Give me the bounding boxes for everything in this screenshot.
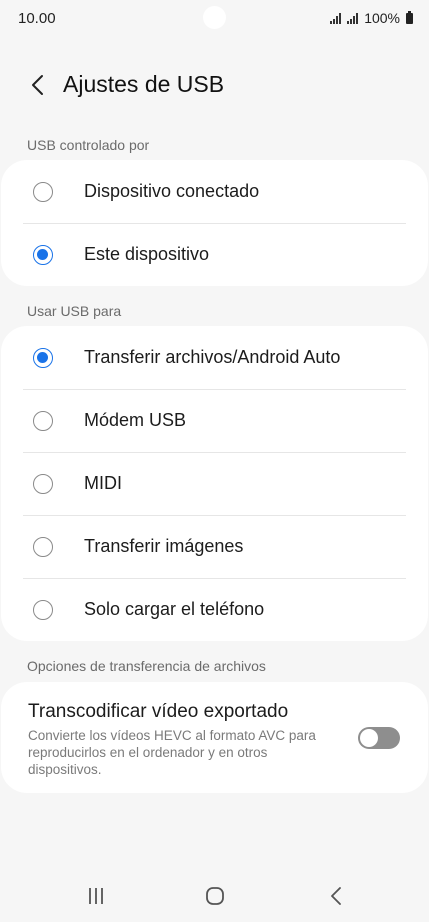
radio-button[interactable] — [33, 599, 53, 620]
home-button[interactable] — [195, 884, 235, 908]
option-label: Solo cargar el teléfono — [84, 599, 265, 619]
header: Ajustes de USB — [0, 60, 429, 110]
section-label-use-usb-for: Usar USB para — [27, 303, 122, 319]
back-button[interactable] — [20, 68, 54, 102]
signal-icon-2 — [347, 12, 359, 24]
battery-percentage: 100% — [364, 10, 400, 26]
option-este-dispositivo[interactable]: Este dispositivo — [1, 223, 428, 286]
option-transferir-archivos[interactable]: Transferir archivos/Android Auto — [1, 326, 428, 389]
option-label: MIDI — [84, 473, 122, 493]
back-icon — [331, 887, 341, 905]
option-solo-cargar[interactable]: Solo cargar el teléfono — [1, 578, 428, 641]
option-dispositivo-conectado[interactable]: Dispositivo conectado — [1, 160, 428, 223]
option-label: Este dispositivo — [84, 244, 210, 264]
transcode-setting[interactable]: Transcodificar vídeo exportado Convierte… — [1, 682, 428, 793]
option-midi[interactable]: MIDI — [1, 452, 428, 515]
option-label: Dispositivo conectado — [84, 181, 260, 201]
radio-button[interactable] — [33, 181, 53, 202]
option-label: Transferir imágenes — [84, 536, 244, 556]
radio-button-checked[interactable] — [33, 347, 53, 368]
section-label-file-transfer-options: Opciones de transferencia de archivos — [27, 658, 266, 674]
toggle-knob — [360, 729, 378, 747]
radio-button-checked[interactable] — [33, 244, 53, 265]
usb-controlled-by-card: Dispositivo conectado Este dispositivo — [1, 160, 428, 286]
recent-apps-icon — [89, 888, 103, 904]
navigation-bar — [0, 870, 429, 922]
page-title: Ajustes de USB — [63, 71, 225, 97]
option-label: Transferir archivos/Android Auto — [84, 347, 341, 367]
radio-button[interactable] — [33, 473, 53, 494]
home-icon — [206, 887, 224, 905]
chevron-left-icon — [32, 75, 43, 95]
status-bar: 10.00 100% — [0, 0, 429, 36]
use-usb-for-card: Transferir archivos/Android Auto Módem U… — [1, 326, 428, 641]
signal-icon — [330, 12, 342, 24]
transcode-description: Convierte los vídeos HEVC al formato AVC… — [28, 728, 316, 777]
option-transferir-imagenes[interactable]: Transferir imágenes — [1, 515, 428, 578]
radio-button[interactable] — [33, 536, 53, 557]
radio-button[interactable] — [33, 410, 53, 431]
status-icons: 100% — [330, 10, 413, 26]
camera-cutout — [203, 6, 226, 29]
transcode-title: Transcodificar vídeo exportado — [28, 701, 289, 722]
battery-icon — [406, 10, 413, 24]
transcode-toggle[interactable] — [358, 727, 400, 749]
section-label-usb-controlled-by: USB controlado por — [27, 137, 150, 153]
recent-apps-button[interactable] — [76, 884, 116, 908]
option-modem-usb[interactable]: Módem USB — [1, 389, 428, 452]
back-nav-button[interactable] — [316, 884, 356, 908]
option-label: Módem USB — [84, 410, 187, 430]
status-time: 10.00 — [18, 10, 56, 27]
